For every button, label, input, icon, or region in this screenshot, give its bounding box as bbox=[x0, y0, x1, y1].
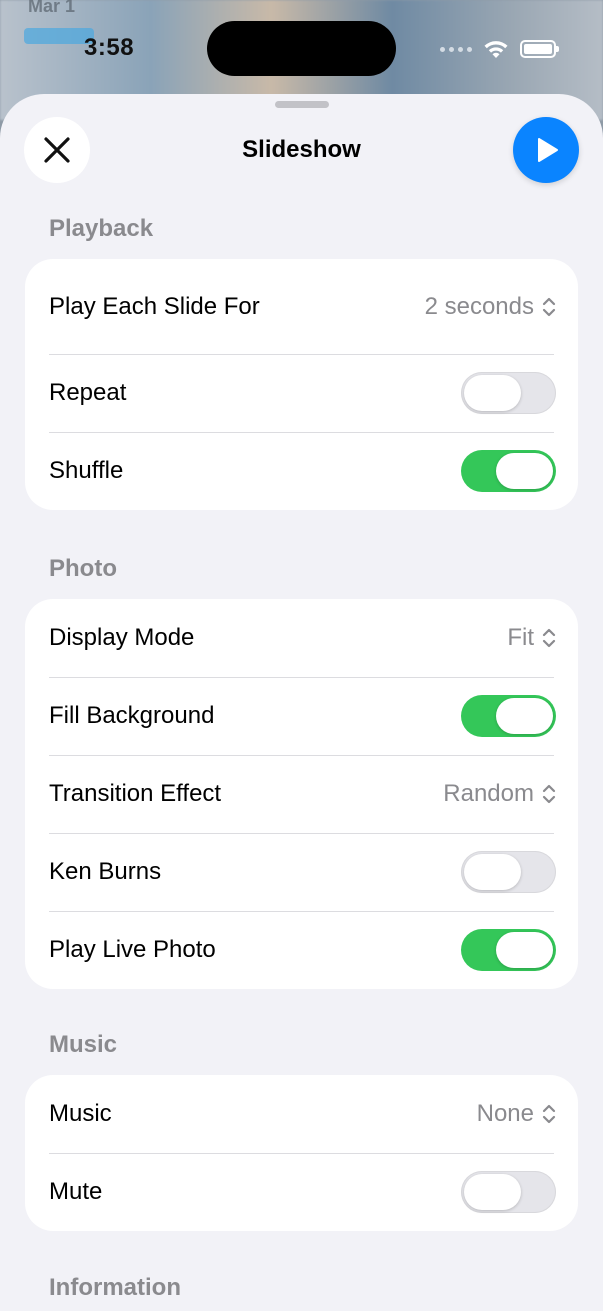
play-live-photo-label: Play Live Photo bbox=[49, 936, 216, 963]
signal-icon bbox=[440, 46, 472, 52]
status-time: 3:58 bbox=[84, 34, 135, 61]
mute-label: Mute bbox=[49, 1178, 103, 1205]
repeat-row: Repeat bbox=[25, 354, 578, 432]
music-select[interactable]: None bbox=[477, 1100, 556, 1128]
play-live-photo-toggle[interactable] bbox=[461, 929, 556, 971]
shuffle-label: Shuffle bbox=[49, 457, 124, 484]
music-value: None bbox=[476, 1100, 534, 1127]
ken-burns-label: Ken Burns bbox=[49, 858, 162, 885]
toggle-knob bbox=[496, 698, 553, 734]
music-group: Music None Mute bbox=[25, 1075, 578, 1231]
play-each-slide-for-select[interactable]: 2 seconds bbox=[425, 293, 556, 321]
play-icon bbox=[538, 138, 558, 162]
toggle-knob bbox=[464, 375, 521, 411]
fill-background-row: Fill Background bbox=[25, 677, 578, 755]
music-row[interactable]: Music None bbox=[25, 1075, 578, 1153]
fill-background-toggle[interactable] bbox=[461, 695, 556, 737]
sheet-grabber[interactable] bbox=[275, 101, 329, 108]
transition-effect-row[interactable]: Transition Effect Random bbox=[25, 755, 578, 833]
transition-effect-value: Random bbox=[443, 780, 534, 807]
play-each-slide-for-value: 2 seconds bbox=[424, 292, 534, 320]
play-button[interactable] bbox=[513, 117, 579, 183]
repeat-toggle[interactable] bbox=[461, 372, 556, 414]
play-each-slide-for-row[interactable]: Play Each Slide For 2 seconds bbox=[25, 259, 578, 354]
display-mode-label: Display Mode bbox=[49, 624, 195, 651]
ken-burns-toggle[interactable] bbox=[461, 851, 556, 893]
mute-toggle[interactable] bbox=[461, 1171, 556, 1213]
chevron-updown-icon bbox=[542, 1104, 556, 1124]
toggle-knob bbox=[464, 1174, 521, 1210]
background-date: Mar 1 bbox=[28, 0, 76, 16]
playback-group: Play Each Slide For 2 seconds Repeat Shu… bbox=[25, 259, 578, 510]
chevron-updown-icon bbox=[542, 628, 556, 648]
toggle-knob bbox=[464, 854, 521, 890]
fill-background-label: Fill Background bbox=[49, 702, 215, 729]
chevron-updown-icon bbox=[542, 297, 556, 316]
battery-icon bbox=[520, 40, 559, 58]
music-label: Music bbox=[49, 1100, 112, 1127]
section-header-information: Information bbox=[49, 1274, 181, 1301]
toggle-knob bbox=[496, 453, 553, 489]
wifi-icon bbox=[484, 41, 508, 58]
play-each-slide-for-label: Play Each Slide For bbox=[49, 292, 260, 320]
repeat-label: Repeat bbox=[49, 379, 127, 406]
transition-effect-label: Transition Effect bbox=[49, 780, 222, 807]
section-header-photo: Photo bbox=[49, 555, 117, 582]
ken-burns-row: Ken Burns bbox=[25, 833, 578, 911]
display-mode-row[interactable]: Display Mode Fit bbox=[25, 599, 578, 677]
section-header-music: Music bbox=[49, 1031, 118, 1058]
display-mode-value: Fit bbox=[507, 624, 534, 651]
shuffle-toggle[interactable] bbox=[461, 450, 556, 492]
play-live-photo-row: Play Live Photo bbox=[25, 911, 578, 989]
dynamic-island bbox=[207, 21, 396, 76]
transition-effect-select[interactable]: Random bbox=[443, 780, 556, 808]
status-icons bbox=[440, 36, 559, 62]
shuffle-row: Shuffle bbox=[25, 432, 578, 510]
mute-row: Mute bbox=[25, 1153, 578, 1231]
photo-group: Display Mode Fit Fill Background Transit… bbox=[25, 599, 578, 989]
display-mode-select[interactable]: Fit bbox=[507, 624, 556, 652]
slideshow-sheet: Slideshow Playback Play Each Slide For 2… bbox=[0, 94, 603, 1311]
toggle-knob bbox=[496, 932, 553, 968]
section-header-playback: Playback bbox=[49, 215, 154, 242]
chevron-updown-icon bbox=[542, 784, 556, 804]
